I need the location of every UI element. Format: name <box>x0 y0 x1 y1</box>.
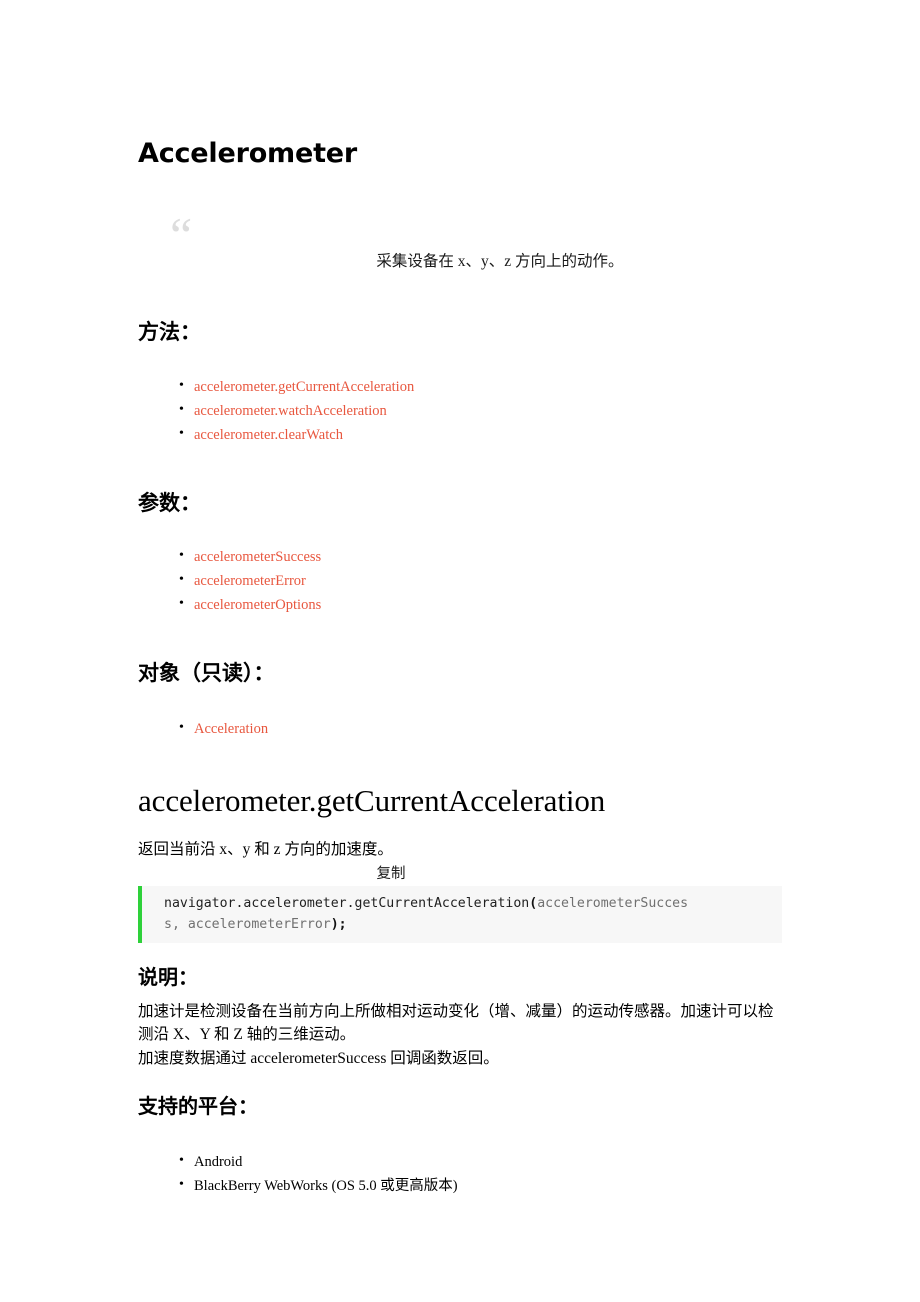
code-token-call: navigator.accelerometer.getCurrentAccele… <box>164 896 530 911</box>
blockquote-text: 采集设备在 x、y、z 方向上的动作。 <box>376 253 624 270</box>
code-line: s, accelerometerError); <box>164 914 782 935</box>
link-acceleration[interactable]: Acceleration <box>194 721 268 737</box>
link-accelerometer-clearwatch[interactable]: accelerometer.clearWatch <box>194 427 343 443</box>
link-accelerometersuccess[interactable]: accelerometerSuccess <box>194 549 321 565</box>
page-title: Accelerometer <box>138 138 358 169</box>
copy-button[interactable]: 复制 <box>377 866 406 882</box>
api-lead-text: 返回当前沿 x、y 和 z 方向的加速度。 <box>138 841 393 858</box>
code-block[interactable]: navigator.accelerometer.getCurrentAccele… <box>138 886 782 943</box>
list-item: accelerometer.watchAcceleration <box>138 398 782 423</box>
api-heading: accelerometer.getCurrentAcceleration <box>138 783 606 818</box>
list-item: accelerometer.getCurrentAcceleration <box>138 374 782 399</box>
platform-android: Android <box>194 1154 243 1170</box>
methods-link-list: accelerometer.getCurrentAcceleration acc… <box>138 374 782 447</box>
section-heading-platforms: 支持的平台： <box>138 1094 258 1118</box>
list-item: BlackBerry WebWorks (OS 5.0 或更高版本) <box>138 1173 782 1198</box>
code-token-paren-close: ); <box>330 917 347 932</box>
code-token-paren-open: ( <box>529 896 538 911</box>
objects-link-list: Acceleration <box>138 716 782 741</box>
link-accelerometeroptions[interactable]: accelerometerOptions <box>194 597 321 613</box>
description-paragraph-1: 加速计是检测设备在当前方向上所做相对运动变化（增、减量）的运动传感器。加速计可以… <box>138 1003 774 1043</box>
section-heading-objects: 对象（只读）： <box>138 661 275 685</box>
list-item: accelerometerError <box>138 568 782 593</box>
parameters-link-list: accelerometerSuccess accelerometerError … <box>138 544 782 617</box>
code-line: navigator.accelerometer.getCurrentAccele… <box>164 893 782 914</box>
list-item: accelerometerSuccess <box>138 544 782 569</box>
section-heading-parameters: 参数： <box>138 491 201 515</box>
link-accelerometererror[interactable]: accelerometerError <box>194 573 306 589</box>
list-item: Android <box>138 1149 782 1174</box>
code-token-arg1-part1: accelerometerSucces <box>537 896 689 911</box>
section-heading-methods: 方法： <box>138 320 201 344</box>
link-accelerometer-watchacceleration[interactable]: accelerometer.watchAcceleration <box>194 403 387 419</box>
code-token-arg-rest: s, accelerometerError <box>164 917 331 932</box>
platforms-list: Android BlackBerry WebWorks (OS 5.0 或更高版… <box>138 1149 782 1198</box>
quote-mark-icon: “ <box>170 207 193 263</box>
copy-row: 复制 <box>138 864 782 884</box>
description-paragraph-2: 加速度数据通过 accelerometerSuccess 回调函数返回。 <box>138 1050 499 1067</box>
list-item: accelerometer.clearWatch <box>138 422 782 447</box>
list-item: accelerometerOptions <box>138 592 782 617</box>
link-accelerometer-getcurrentacceleration[interactable]: accelerometer.getCurrentAcceleration <box>194 379 414 395</box>
list-item: Acceleration <box>138 716 782 741</box>
document-page: Accelerometer “ 采集设备在 x、y、z 方向上的动作。 方法： … <box>0 0 920 1302</box>
section-heading-description: 说明： <box>138 965 198 989</box>
platform-blackberry-webworks: BlackBerry WebWorks (OS 5.0 或更高版本) <box>194 1178 458 1194</box>
blockquote: “ 采集设备在 x、y、z 方向上的动作。 <box>138 210 782 274</box>
